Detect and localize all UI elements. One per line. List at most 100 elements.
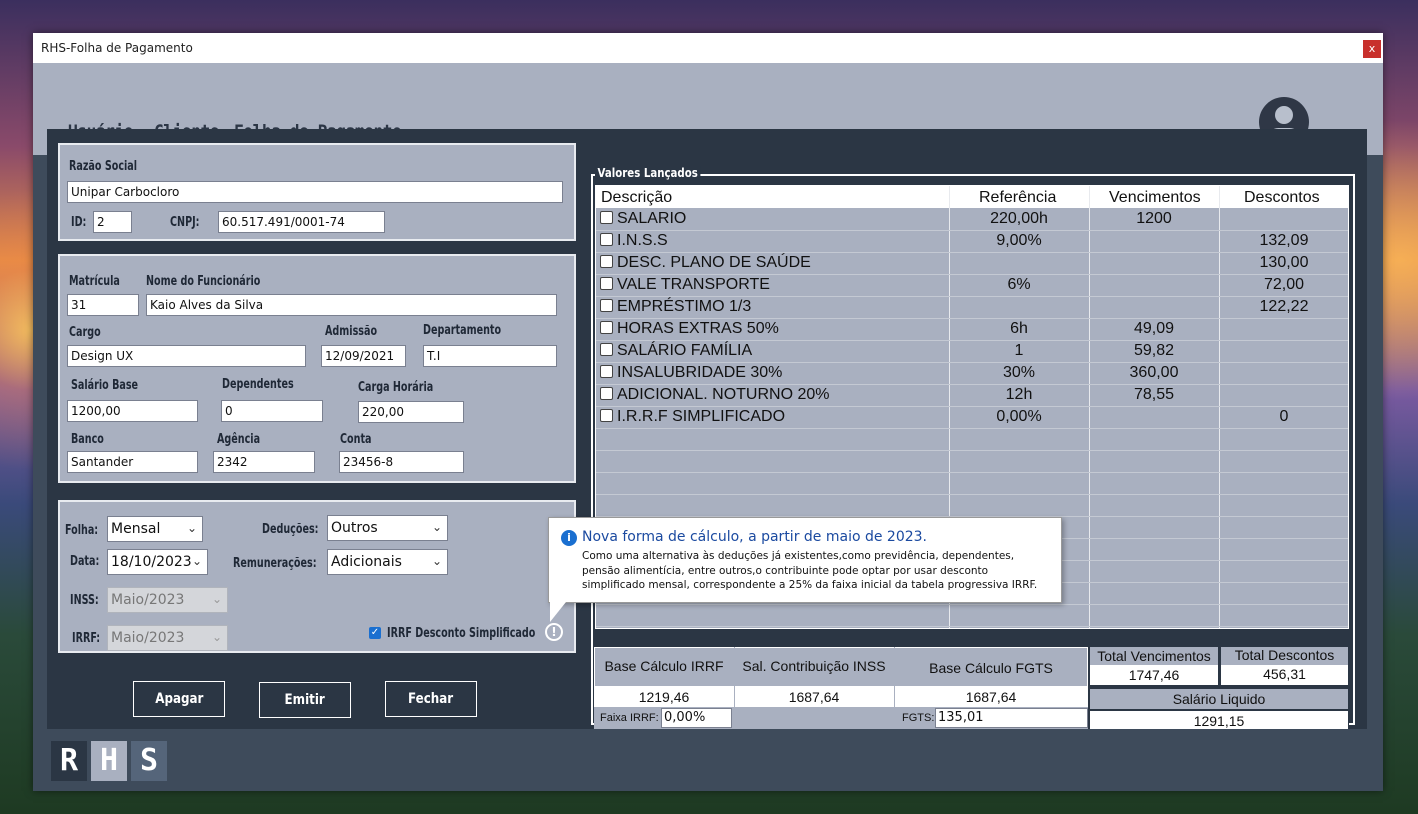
table-row[interactable]: INSALUBRIDADE 30% 30% 360,00 (596, 362, 1348, 384)
table-row[interactable]: DESC. PLANO DE SAÚDE 130,00 (596, 252, 1348, 274)
cell-vencimentos: 78,55 (1133, 386, 1175, 403)
row-checkbox[interactable] (600, 255, 613, 269)
header-descontos[interactable]: Descontos (1244, 187, 1320, 209)
cell-descricao: HORAS EXTRAS 50% (596, 318, 779, 340)
cell-vencimentos: 49,09 (1133, 320, 1175, 337)
total-vencimentos-value: 1747,46 (1128, 667, 1180, 683)
apagar-button[interactable]: Apagar (133, 681, 225, 717)
window-title: RHS-Folha de Pagamento (41, 41, 193, 55)
close-button[interactable]: x (1363, 40, 1381, 58)
row-checkbox[interactable] (600, 299, 613, 313)
base-irrf-label: Base Cálculo IRRF (604, 658, 724, 674)
table-row[interactable]: EMPRÉSTIMO 1/3 122,22 (596, 296, 1348, 318)
agencia-input[interactable]: 2342 (213, 451, 315, 473)
row-divider (596, 472, 1348, 473)
cargo-label: Cargo (69, 325, 101, 340)
fgts-input[interactable]: 135,01 (935, 708, 1088, 728)
cargo-input[interactable]: Design UX (67, 345, 306, 367)
cell-descontos (1224, 208, 1344, 230)
table-row[interactable]: I.N.S.S 9,00% 132,09 (596, 230, 1348, 252)
emitir-button[interactable]: Emitir (259, 682, 351, 718)
cell-descricao: I.R.R.F SIMPLIFICADO (596, 406, 785, 428)
col-divider (1348, 186, 1349, 629)
logo-letter-r: R (51, 741, 87, 781)
inss-select-value: Maio/2023 (111, 592, 185, 608)
tooltip-title: Nova forma de cálculo, a partir de maio … (582, 529, 928, 545)
chevron-down-icon: ⌄ (431, 554, 442, 568)
chevron-down-icon: ⌄ (186, 521, 197, 535)
descricao-text: SALÁRIO FAMÍLIA (617, 342, 753, 359)
table-row[interactable]: SALARIO 220,00h 1200 (596, 208, 1348, 230)
grid-header (596, 186, 1348, 208)
deducoes-select-value: Outros (331, 520, 378, 536)
cell-referencia: 12h (1005, 386, 1033, 403)
irrf-label: IRRF: (72, 631, 101, 646)
row-checkbox[interactable] (600, 211, 613, 225)
chevron-down-icon: ⌄ (191, 554, 202, 568)
cell-descontos (1224, 318, 1344, 340)
table-row[interactable]: ADICIONAL. NOTURNO 20% 12h 78,55 (596, 384, 1348, 406)
departamento-input[interactable]: T.I (423, 345, 557, 367)
cell-vencimentos: 360,00 (1129, 364, 1179, 381)
nome-label: Nome do Funcionário (146, 274, 261, 289)
row-checkbox[interactable] (600, 343, 613, 357)
table-row[interactable]: I.R.R.F SIMPLIFICADO 0,00% 0 (596, 406, 1348, 428)
row-divider (596, 626, 1348, 627)
cell-referencia: 30% (1002, 364, 1036, 381)
cell-descontos: 72,00 (1263, 276, 1305, 293)
sal-inss-value: 1687,64 (788, 689, 840, 705)
data-picker[interactable]: 18/10/2023 ⌄ (107, 549, 208, 575)
descricao-text: EMPRÉSTIMO 1/3 (617, 298, 752, 315)
conta-input[interactable]: 23456-8 (339, 451, 464, 473)
cell-vencimentos (1094, 274, 1214, 296)
header-referencia[interactable]: Referência (979, 187, 1056, 209)
data-picker-value: 18/10/2023 (111, 554, 192, 570)
table-row[interactable]: HORAS EXTRAS 50% 6h 49,09 (596, 318, 1348, 340)
irrf-simplificado-checkbox[interactable]: ✓ (369, 627, 381, 639)
admissao-input[interactable]: 12/09/2021 (321, 345, 406, 367)
row-checkbox[interactable] (600, 321, 613, 335)
main-content: Razão Social Unipar Carbocloro ID: 2 CNP… (47, 129, 1367, 731)
row-divider (596, 428, 1348, 429)
fechar-button-label: Fechar (408, 691, 454, 707)
row-checkbox[interactable] (600, 409, 613, 423)
table-row[interactable]: SALÁRIO FAMÍLIA 1 59,82 (596, 340, 1348, 362)
base-fgts-value: 1687,64 (965, 689, 1017, 705)
folha-select[interactable]: Mensal ⌄ (107, 516, 203, 542)
dependentes-input[interactable]: 0 (221, 400, 323, 422)
fechar-button[interactable]: Fechar (385, 681, 477, 717)
cnpj-label: CNPJ: (170, 215, 200, 230)
salario-base-input[interactable]: 1200,00 (67, 400, 198, 422)
row-checkbox[interactable] (600, 365, 613, 379)
header-descricao[interactable]: Descrição (601, 187, 672, 209)
cell-descontos: 122,22 (1259, 298, 1309, 315)
carga-horaria-input[interactable]: 220,00 (358, 401, 464, 423)
deducoes-select[interactable]: Outros ⌄ (327, 515, 448, 541)
header-vencimentos[interactable]: Vencimentos (1109, 187, 1201, 209)
title-bar: RHS-Folha de Pagamento x (33, 33, 1383, 63)
id-input[interactable]: 2 (93, 211, 132, 233)
cell-descricao: VALE TRANSPORTE (596, 274, 770, 296)
cell-vencimentos (1094, 252, 1214, 274)
table-row[interactable]: VALE TRANSPORTE 6% 72,00 (596, 274, 1348, 296)
faixa-irrf-input[interactable]: 0,00% (661, 708, 732, 728)
razao-social-input[interactable]: Unipar Carbocloro (67, 181, 563, 203)
row-checkbox[interactable] (600, 387, 613, 401)
row-checkbox[interactable] (600, 233, 613, 247)
row-checkbox[interactable] (600, 277, 613, 291)
banco-input[interactable]: Santander (67, 451, 198, 473)
cell-vencimentos (1094, 296, 1214, 318)
matricula-input[interactable]: 31 (67, 294, 139, 316)
remuneracoes-select[interactable]: Adicionais ⌄ (327, 549, 448, 575)
cell-descricao: I.N.S.S (596, 230, 668, 252)
descricao-text: ADICIONAL. NOTURNO 20% (617, 386, 830, 403)
nome-input[interactable]: Kaio Alves da Silva (146, 294, 557, 316)
cell-referencia: 220,00h (990, 210, 1048, 227)
cnpj-input[interactable]: 60.517.491/0001-74 (218, 211, 385, 233)
salario-base-label: Salário Base (71, 378, 139, 393)
cell-vencimentos: 1200 (1136, 210, 1172, 227)
cell-referencia: 0,00% (996, 408, 1042, 425)
valores-legend: Valores Lançados (595, 166, 701, 180)
exclamation-circle-icon[interactable]: ! (545, 623, 563, 641)
admissao-label: Admissão (325, 324, 378, 339)
